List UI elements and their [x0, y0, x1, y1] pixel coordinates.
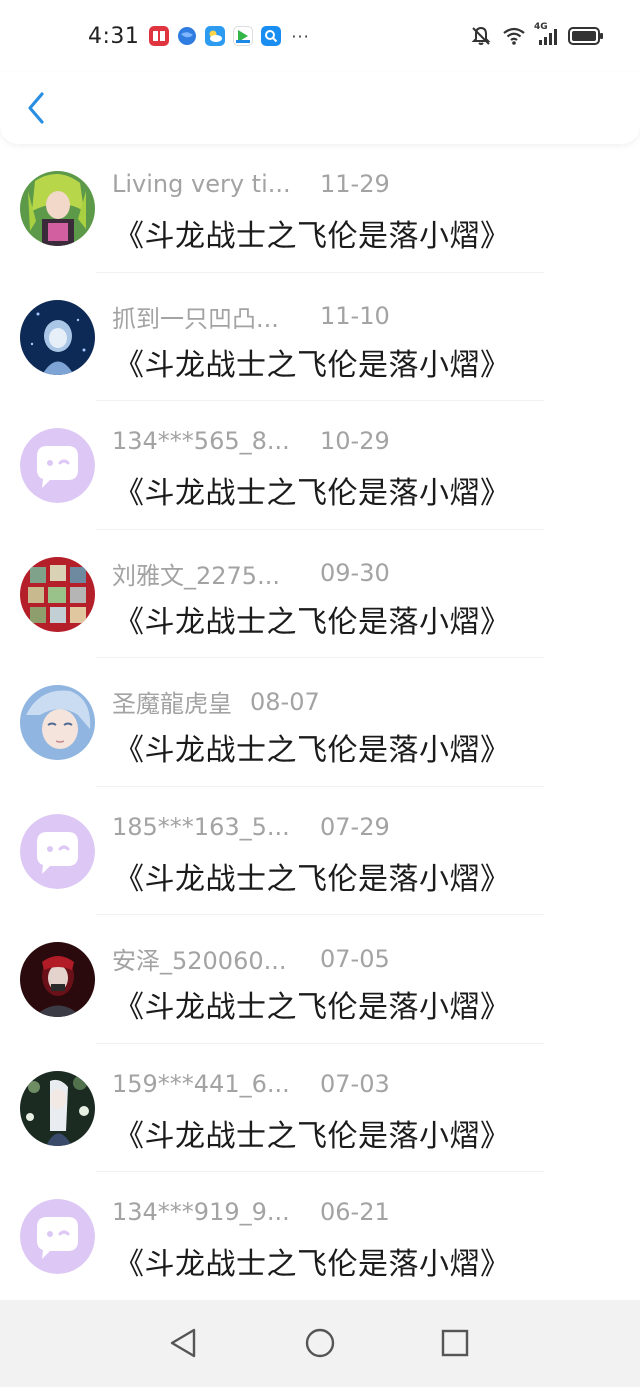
- red-book-app-icon: [149, 26, 170, 46]
- item-date: 06-21: [320, 1198, 390, 1226]
- item-meta: 抓到一只凹凸... 11-10: [112, 299, 390, 334]
- signal-icon: 4G: [534, 22, 558, 46]
- default-avatar-icon: [20, 813, 95, 889]
- user-name[interactable]: 安泽_520060...: [112, 941, 302, 976]
- user-name[interactable]: 159***441_6...: [112, 1070, 302, 1098]
- nav-back-button[interactable]: [163, 1320, 203, 1366]
- item-meta: 圣魔龍虎皇 08-07: [112, 684, 320, 719]
- item-date: 07-05: [320, 944, 390, 973]
- item-title[interactable]: 《斗龙战士之飞伦是落小熠》: [114, 1239, 511, 1283]
- wifi-icon: [502, 26, 526, 46]
- avatar[interactable]: [20, 556, 95, 632]
- back-button[interactable]: [18, 86, 54, 130]
- list-item[interactable]: 134***565_8... 10-29 《斗龙战士之飞伦是落小熠》: [0, 401, 640, 530]
- user-name[interactable]: 抓到一只凹凸...: [112, 299, 302, 334]
- user-name[interactable]: Living very ti...: [112, 170, 302, 198]
- weather-app-icon: [205, 26, 226, 46]
- list-item[interactable]: 圣魔龍虎皇 08-07 《斗龙战士之飞伦是落小熠》: [0, 658, 640, 787]
- status-app-icons: ···: [149, 26, 309, 46]
- item-meta: 134***919_9... 06-21: [112, 1198, 390, 1226]
- list-item[interactable]: 抓到一只凹凸... 11-10 《斗龙战士之飞伦是落小熠》: [0, 273, 640, 401]
- item-title[interactable]: 《斗龙战士之飞伦是落小熠》: [114, 982, 511, 1026]
- user-name[interactable]: 134***565_8...: [112, 427, 302, 455]
- triangle-back-icon: [170, 1328, 196, 1358]
- list-item[interactable]: Living very ti... 11-29 《斗龙战士之飞伦是落小熠》: [0, 144, 640, 273]
- item-title[interactable]: 《斗龙战士之飞伦是落小熠》: [114, 725, 511, 769]
- nav-recents-button[interactable]: [435, 1320, 475, 1366]
- network-type-label: 4G: [534, 22, 548, 32]
- item-date: 10-29: [320, 427, 390, 455]
- avatar[interactable]: [20, 299, 95, 375]
- avatar[interactable]: [20, 1070, 95, 1146]
- avatar[interactable]: [20, 171, 95, 246]
- avatar[interactable]: [20, 813, 95, 889]
- item-date: 07-29: [320, 812, 390, 841]
- blue-ball-app-icon: [177, 26, 197, 46]
- list-item[interactable]: 185***163_5... 07-29 《斗龙战士之飞伦是落小熠》: [0, 787, 640, 915]
- item-title[interactable]: 《斗龙战士之飞伦是落小熠》: [114, 468, 511, 512]
- status-bar: 4:31 ··· 4G: [0, 0, 640, 72]
- item-date: 11-29: [320, 170, 390, 198]
- battery-icon: [568, 26, 604, 46]
- item-meta: Living very ti... 11-29: [112, 170, 390, 198]
- bell-muted-icon: [470, 25, 492, 47]
- video-app-icon: [233, 26, 254, 46]
- item-meta: 159***441_6... 07-03: [112, 1070, 390, 1098]
- item-date: 08-07: [250, 687, 320, 716]
- item-title[interactable]: 《斗龙战士之飞伦是落小熠》: [114, 340, 511, 384]
- item-meta: 134***565_8... 10-29: [112, 427, 390, 455]
- user-name[interactable]: 134***919_9...: [112, 1198, 302, 1226]
- status-time: 4:31: [88, 23, 140, 49]
- user-name[interactable]: 刘雅文_2275...: [112, 556, 302, 591]
- search-app-icon: [261, 26, 282, 46]
- item-date: 09-30: [320, 559, 390, 587]
- list-item[interactable]: 159***441_6... 07-03 《斗龙战士之飞伦是落小熠》: [0, 1044, 640, 1172]
- item-meta: 刘雅文_2275... 09-30: [112, 556, 390, 591]
- system-navigation-bar: [0, 1300, 640, 1387]
- item-meta: 安泽_520060... 07-05: [112, 941, 390, 976]
- item-title[interactable]: 《斗龙战士之飞伦是落小熠》: [114, 854, 511, 898]
- top-header: [0, 72, 640, 144]
- screen: 4:31 ··· 4G Living very ti... 11-29 《斗龙战…: [0, 0, 640, 1387]
- user-name[interactable]: 圣魔龍虎皇: [112, 684, 232, 719]
- item-date: 07-03: [320, 1069, 390, 1098]
- user-name[interactable]: 185***163_5...: [112, 813, 302, 841]
- item-date: 11-10: [320, 302, 390, 330]
- item-title[interactable]: 《斗龙战士之飞伦是落小熠》: [114, 1111, 511, 1155]
- default-avatar-icon: [20, 428, 95, 503]
- status-system-icons: 4G: [470, 22, 604, 47]
- default-avatar-icon: [20, 1199, 95, 1274]
- item-title[interactable]: 《斗龙战士之飞伦是落小熠》: [114, 597, 511, 641]
- list-item[interactable]: 刘雅文_2275... 09-30 《斗龙战士之飞伦是落小熠》: [0, 530, 640, 658]
- comment-list: Living very ti... 11-29 《斗龙战士之飞伦是落小熠》 抓到…: [0, 144, 640, 1301]
- avatar[interactable]: [20, 1199, 95, 1274]
- square-recents-icon: [441, 1329, 469, 1357]
- avatar[interactable]: [20, 685, 95, 760]
- chevron-left-icon: [28, 92, 44, 124]
- avatar[interactable]: [20, 428, 95, 503]
- item-meta: 185***163_5... 07-29: [112, 813, 390, 841]
- list-item[interactable]: 134***919_9... 06-21 《斗龙战士之飞伦是落小熠》: [0, 1172, 640, 1301]
- item-title[interactable]: 《斗龙战士之飞伦是落小熠》: [114, 211, 511, 255]
- nav-home-button[interactable]: [300, 1320, 340, 1366]
- avatar[interactable]: [20, 942, 95, 1017]
- circle-home-icon: [305, 1328, 335, 1358]
- list-item[interactable]: 安泽_520060... 07-05 《斗龙战士之飞伦是落小熠》: [0, 915, 640, 1044]
- status-more-indicator: ···: [291, 26, 310, 46]
